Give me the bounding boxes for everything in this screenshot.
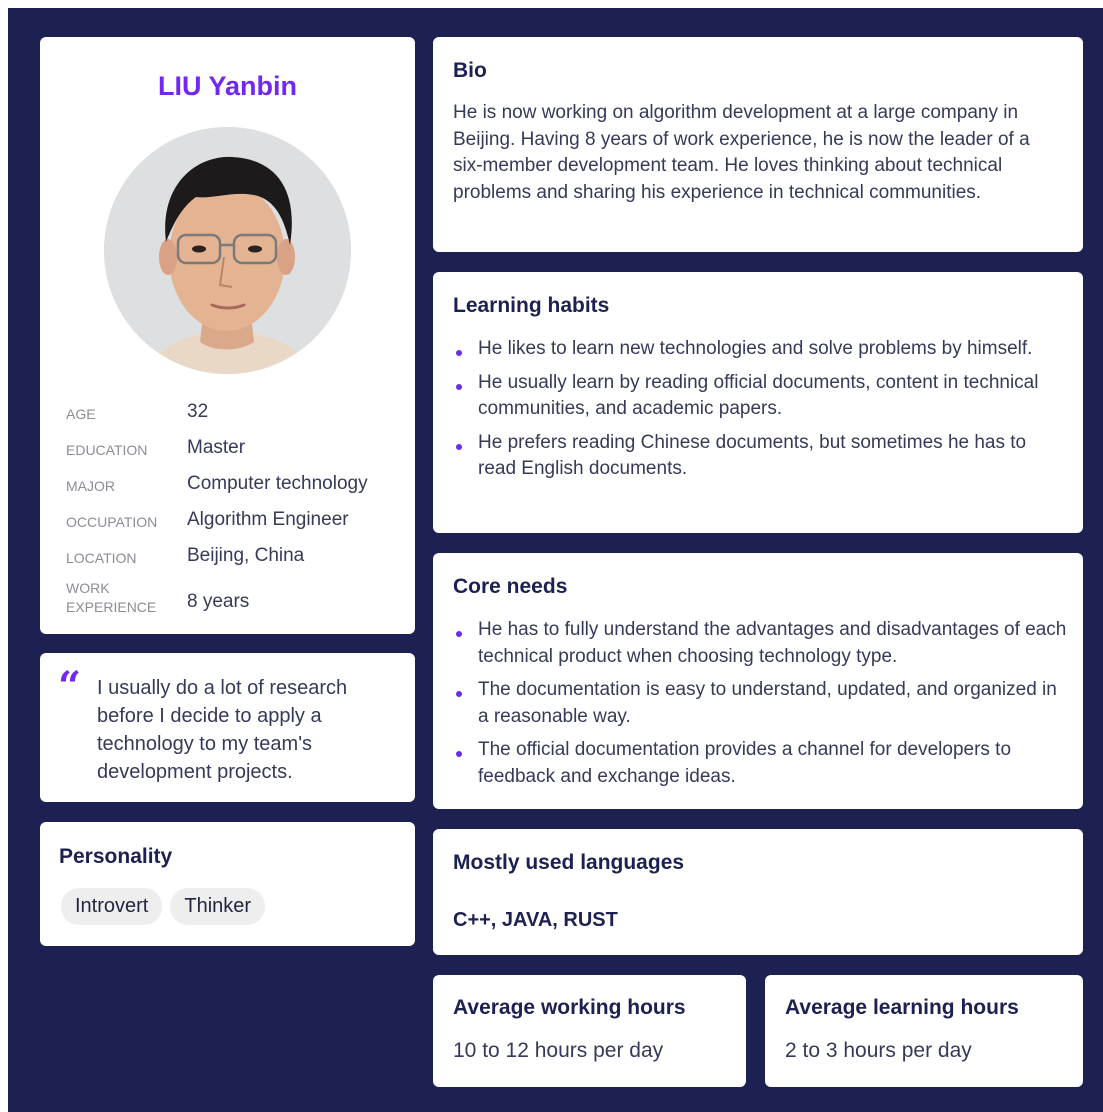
bullet-icon: [456, 383, 462, 390]
languages-title: Mostly used languages: [453, 851, 685, 874]
avatar: [104, 127, 351, 374]
bullet-icon: [456, 631, 462, 637]
quote-card: “ I usually do a lot of research before …: [40, 653, 415, 802]
learning-habits-list: He likes to learn new technologies and s…: [453, 336, 1068, 490]
bio-card: Bio He is now working on algorithm devel…: [433, 37, 1083, 252]
fact-value: Algorithm Engineer: [187, 509, 349, 530]
working-hours-value: 10 to 12 hours per day: [453, 1039, 664, 1062]
page-background: LIU Yanbin AGE 32 EDUCATION Master MAJOR…: [8, 8, 1103, 1112]
list-item-text: He has to fully understand the advantage…: [478, 619, 1067, 667]
list-item-text: The official documentation provides a ch…: [478, 739, 1012, 787]
bio-text: He is now working on algorithm developme…: [453, 102, 1030, 203]
quote-text: I usually do a lot of research before I …: [97, 677, 348, 783]
bullet-icon: [456, 350, 462, 356]
fact-age: AGE 32: [66, 399, 406, 435]
bullet-icon: [456, 443, 462, 450]
fact-location: LOCATION Beijing, China: [66, 543, 406, 579]
avatar-image: [104, 127, 351, 374]
fact-label: LOCATION: [66, 550, 137, 566]
learning-hours-value: 2 to 3 hours per day: [785, 1039, 972, 1062]
fact-education: EDUCATION Master: [66, 435, 406, 471]
personality-title: Personality: [59, 845, 173, 868]
tag-thinker: Thinker: [170, 888, 266, 925]
profile-card: LIU Yanbin AGE 32 EDUCATION Master MAJOR…: [40, 37, 415, 634]
bullet-icon: [456, 751, 462, 757]
list-item-text: The documentation is easy to understand,…: [478, 679, 1057, 727]
personality-card: Personality Introvert Thinker: [40, 822, 415, 946]
list-item: He has to fully understand the advantage…: [453, 617, 1068, 670]
persona-name: LIU Yanbin: [157, 71, 298, 101]
list-item-text: He usually learn by reading official doc…: [478, 371, 1039, 420]
fact-value: Master: [187, 437, 246, 458]
learning-hours-card: Average learning hours 2 to 3 hours per …: [765, 975, 1083, 1087]
languages-value: C++, JAVA, RUST: [453, 909, 618, 931]
quote-icon: “: [58, 663, 82, 710]
fact-value: 32: [187, 401, 209, 422]
fact-value: Beijing, China: [187, 545, 305, 566]
list-item: The documentation is easy to understand,…: [453, 677, 1068, 730]
bullet-icon: [456, 691, 462, 697]
working-hours-card: Average working hours 10 to 12 hours per…: [433, 975, 746, 1087]
tag-introvert: Introvert: [61, 888, 163, 925]
bio-title: Bio: [453, 59, 487, 82]
fact-label: OCCUPATION: [66, 514, 158, 530]
list-item-text: He likes to learn new technologies and s…: [478, 338, 1033, 359]
list-item: He likes to learn new technologies and s…: [453, 336, 1068, 363]
learning-habits-title: Learning habits: [453, 294, 610, 317]
core-needs-title: Core needs: [453, 575, 568, 598]
core-needs-list: He has to fully understand the advantage…: [453, 617, 1068, 797]
fact-occupation: OCCUPATION Algorithm Engineer: [66, 507, 406, 543]
learning-habits-card: Learning habits He likes to learn new te…: [433, 272, 1083, 533]
working-hours-title: Average working hours: [453, 996, 686, 1019]
personality-tags: Introvert Thinker: [61, 888, 266, 925]
list-item: He prefers reading Chinese documents, bu…: [453, 430, 1068, 483]
fact-label: WORK EXPERIENCE: [66, 580, 157, 615]
fact-value: Computer technology: [187, 473, 368, 494]
fact-label: EDUCATION: [66, 442, 148, 458]
languages-card: Mostly used languages C++, JAVA, RUST: [433, 829, 1083, 955]
fact-work-experience: WORK EXPERIENCE 8 years: [66, 579, 406, 623]
list-item: He usually learn by reading official doc…: [453, 370, 1068, 423]
profile-facts: AGE 32 EDUCATION Master MAJOR Computer t…: [66, 399, 406, 623]
list-item-text: He prefers reading Chinese documents, bu…: [478, 431, 1027, 480]
fact-label: AGE: [66, 406, 96, 422]
learning-hours-title: Average learning hours: [785, 996, 1019, 1019]
list-item: The official documentation provides a ch…: [453, 737, 1068, 790]
fact-label: MAJOR: [66, 478, 115, 494]
fact-value: 8 years: [187, 591, 250, 612]
fact-major: MAJOR Computer technology: [66, 471, 406, 507]
core-needs-card: Core needs He has to fully understand th…: [433, 553, 1083, 809]
